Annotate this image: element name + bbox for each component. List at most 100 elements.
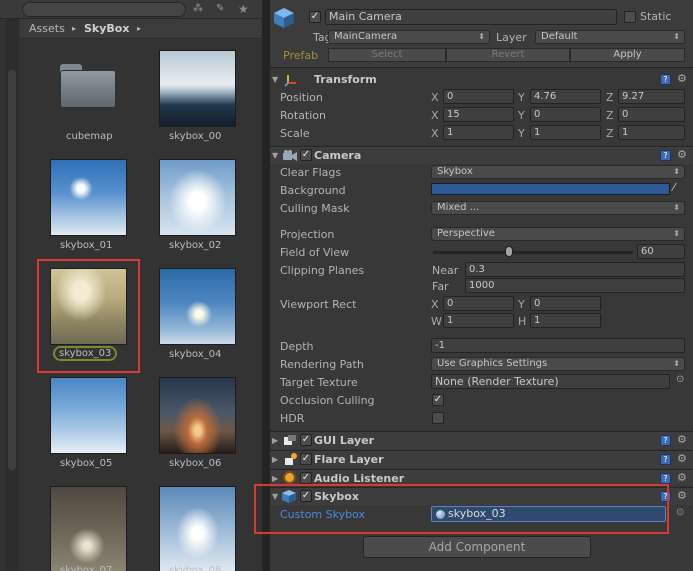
tag-dropdown[interactable]: MainCamera ⬍ bbox=[328, 30, 490, 44]
scale-x-field[interactable]: 1 bbox=[443, 125, 514, 140]
projection-label: Projection bbox=[280, 228, 335, 241]
hdr-checkbox[interactable] bbox=[432, 412, 444, 424]
fov-slider-track[interactable] bbox=[433, 251, 633, 254]
object-name-field[interactable]: Main Camera bbox=[325, 9, 617, 25]
viewport-y-field[interactable]: 0 bbox=[530, 296, 601, 311]
gui-layer-header[interactable]: ▶ ✓ GUI Layer ? ⚙ bbox=[270, 431, 693, 449]
favorite-star-icon[interactable]: ★ bbox=[238, 2, 249, 16]
near-field[interactable]: 0.3 bbox=[465, 262, 685, 277]
foldout-arrow-icon[interactable]: ▶ bbox=[272, 474, 278, 483]
scale-z-field[interactable]: 1 bbox=[618, 125, 685, 140]
filter-by-label-icon[interactable]: ✎ bbox=[216, 3, 224, 14]
culling-mask-dropdown[interactable]: Mixed ... ⬍ bbox=[431, 201, 685, 215]
position-z-field[interactable]: 9.27 bbox=[618, 89, 685, 104]
skybox-thumbnail[interactable] bbox=[159, 268, 236, 345]
search-input[interactable] bbox=[22, 2, 186, 17]
viewport-h-field[interactable]: 1 bbox=[530, 313, 601, 328]
help-icon[interactable]: ? bbox=[660, 435, 671, 446]
rotation-x-field[interactable]: 15 bbox=[443, 107, 514, 122]
prefab-apply-button[interactable]: Apply bbox=[570, 48, 685, 62]
target-texture-field[interactable]: None (Render Texture) bbox=[431, 374, 670, 389]
clear-flags-dropdown[interactable]: Skybox ⬍ bbox=[431, 165, 685, 179]
z-axis-label: Z bbox=[606, 109, 614, 122]
eyedropper-icon[interactable]: ⁄ bbox=[673, 181, 675, 194]
foldout-arrow-icon[interactable]: ▼ bbox=[272, 151, 278, 160]
flare-layer-header[interactable]: ▶ ✓ Flare Layer ? ⚙ bbox=[270, 450, 693, 468]
layer-dropdown[interactable]: Default ⬍ bbox=[535, 30, 685, 44]
viewport-x-field[interactable]: 0 bbox=[443, 296, 514, 311]
position-x-field[interactable]: 0 bbox=[443, 89, 514, 104]
skybox-thumbnail[interactable] bbox=[159, 377, 236, 454]
background-color-field[interactable] bbox=[431, 183, 670, 195]
foldout-arrow-icon[interactable]: ▶ bbox=[272, 455, 278, 464]
skybox-thumbnail[interactable] bbox=[50, 159, 127, 236]
gear-icon[interactable]: ⚙ bbox=[677, 489, 687, 502]
gear-icon[interactable]: ⚙ bbox=[677, 471, 687, 484]
far-field[interactable]: 1000 bbox=[465, 278, 685, 293]
rotation-y-field[interactable]: 0 bbox=[530, 107, 601, 122]
rendering-path-dropdown[interactable]: Use Graphics Settings ⬍ bbox=[431, 357, 685, 371]
active-checkbox[interactable]: ✓ bbox=[309, 11, 321, 23]
asset-label: cubemap bbox=[66, 131, 113, 142]
depth-field[interactable]: -1 bbox=[431, 338, 685, 353]
gui-layer-checkbox[interactable]: ✓ bbox=[300, 434, 312, 446]
transform-title: Transform bbox=[314, 73, 377, 86]
object-picker-icon[interactable]: ⊙ bbox=[676, 374, 684, 385]
z-axis-label: Z bbox=[606, 127, 614, 140]
camera-enabled-checkbox[interactable]: ✓ bbox=[300, 149, 312, 161]
asset-label: skybox_00 bbox=[169, 131, 222, 142]
rendering-path-label: Rendering Path bbox=[280, 358, 364, 371]
transform-header[interactable]: ▼ Transform ? ⚙ bbox=[270, 71, 693, 89]
folder-icon bbox=[60, 70, 116, 108]
audio-listener-checkbox[interactable]: ✓ bbox=[300, 472, 312, 484]
gear-icon[interactable]: ⚙ bbox=[677, 452, 687, 465]
rotation-z-field[interactable]: 0 bbox=[618, 107, 685, 122]
occlusion-culling-checkbox[interactable]: ✓ bbox=[432, 394, 444, 406]
camera-header[interactable]: ▼ ✓ Camera ? ⚙ bbox=[270, 146, 693, 164]
fov-value-field[interactable]: 60 bbox=[637, 244, 685, 259]
chevron-down-icon: ⬍ bbox=[673, 359, 680, 368]
audio-listener-header[interactable]: ▶ ✓ Audio Listener ? ⚙ bbox=[270, 469, 693, 485]
cubemap-folder[interactable] bbox=[58, 60, 118, 110]
breadcrumb: Assets ▸ SkyBox ▸ bbox=[20, 19, 262, 39]
breadcrumb-skybox[interactable]: SkyBox bbox=[84, 22, 129, 35]
foldout-arrow-icon[interactable]: ▶ bbox=[272, 436, 278, 445]
add-component-button[interactable]: Add Component bbox=[363, 536, 591, 558]
skybox-thumbnail[interactable] bbox=[50, 486, 127, 571]
help-icon[interactable]: ? bbox=[660, 150, 671, 161]
asset-label: skybox_02 bbox=[169, 240, 222, 251]
help-icon[interactable]: ? bbox=[660, 74, 671, 85]
flare-layer-checkbox[interactable]: ✓ bbox=[300, 453, 312, 465]
scrollbar-thumb[interactable] bbox=[8, 70, 16, 470]
skybox-thumbnail[interactable] bbox=[50, 377, 127, 454]
viewport-w-field[interactable]: 1 bbox=[443, 313, 514, 328]
chevron-down-icon: ⬍ bbox=[673, 167, 680, 176]
help-icon[interactable]: ? bbox=[660, 454, 671, 465]
position-y-field[interactable]: 4.76 bbox=[530, 89, 601, 104]
gear-icon[interactable]: ⚙ bbox=[677, 433, 687, 446]
background-label: Background bbox=[280, 184, 346, 197]
prefab-revert-button[interactable]: Revert bbox=[446, 48, 570, 62]
object-picker-icon[interactable]: ⊙ bbox=[676, 507, 684, 518]
breadcrumb-separator: ▸ bbox=[137, 24, 142, 33]
scale-y-field[interactable]: 1 bbox=[530, 125, 601, 140]
foldout-arrow-icon[interactable]: ▼ bbox=[272, 75, 278, 84]
static-checkbox[interactable] bbox=[624, 11, 636, 23]
hdr-label: HDR bbox=[280, 412, 305, 425]
highlight-box bbox=[37, 259, 140, 373]
asset-label: skybox_01 bbox=[60, 240, 113, 251]
breadcrumb-assets[interactable]: Assets bbox=[29, 22, 65, 35]
skybox-thumbnail[interactable] bbox=[159, 486, 236, 571]
skybox-thumbnail[interactable] bbox=[159, 159, 236, 236]
projection-dropdown[interactable]: Perspective ⬍ bbox=[431, 227, 685, 241]
gear-icon[interactable]: ⚙ bbox=[677, 148, 687, 161]
asset-label: skybox_06 bbox=[169, 458, 222, 469]
prefab-select-button[interactable]: Select bbox=[328, 48, 446, 62]
fov-slider-thumb[interactable] bbox=[505, 246, 513, 257]
gear-icon[interactable]: ⚙ bbox=[677, 72, 687, 85]
help-icon[interactable]: ? bbox=[660, 473, 671, 484]
tag-value: MainCamera bbox=[334, 31, 398, 42]
filter-by-type-icon[interactable]: ⁂ bbox=[193, 3, 203, 14]
near-label: Near bbox=[432, 264, 459, 277]
skybox-thumbnail[interactable] bbox=[159, 50, 236, 127]
